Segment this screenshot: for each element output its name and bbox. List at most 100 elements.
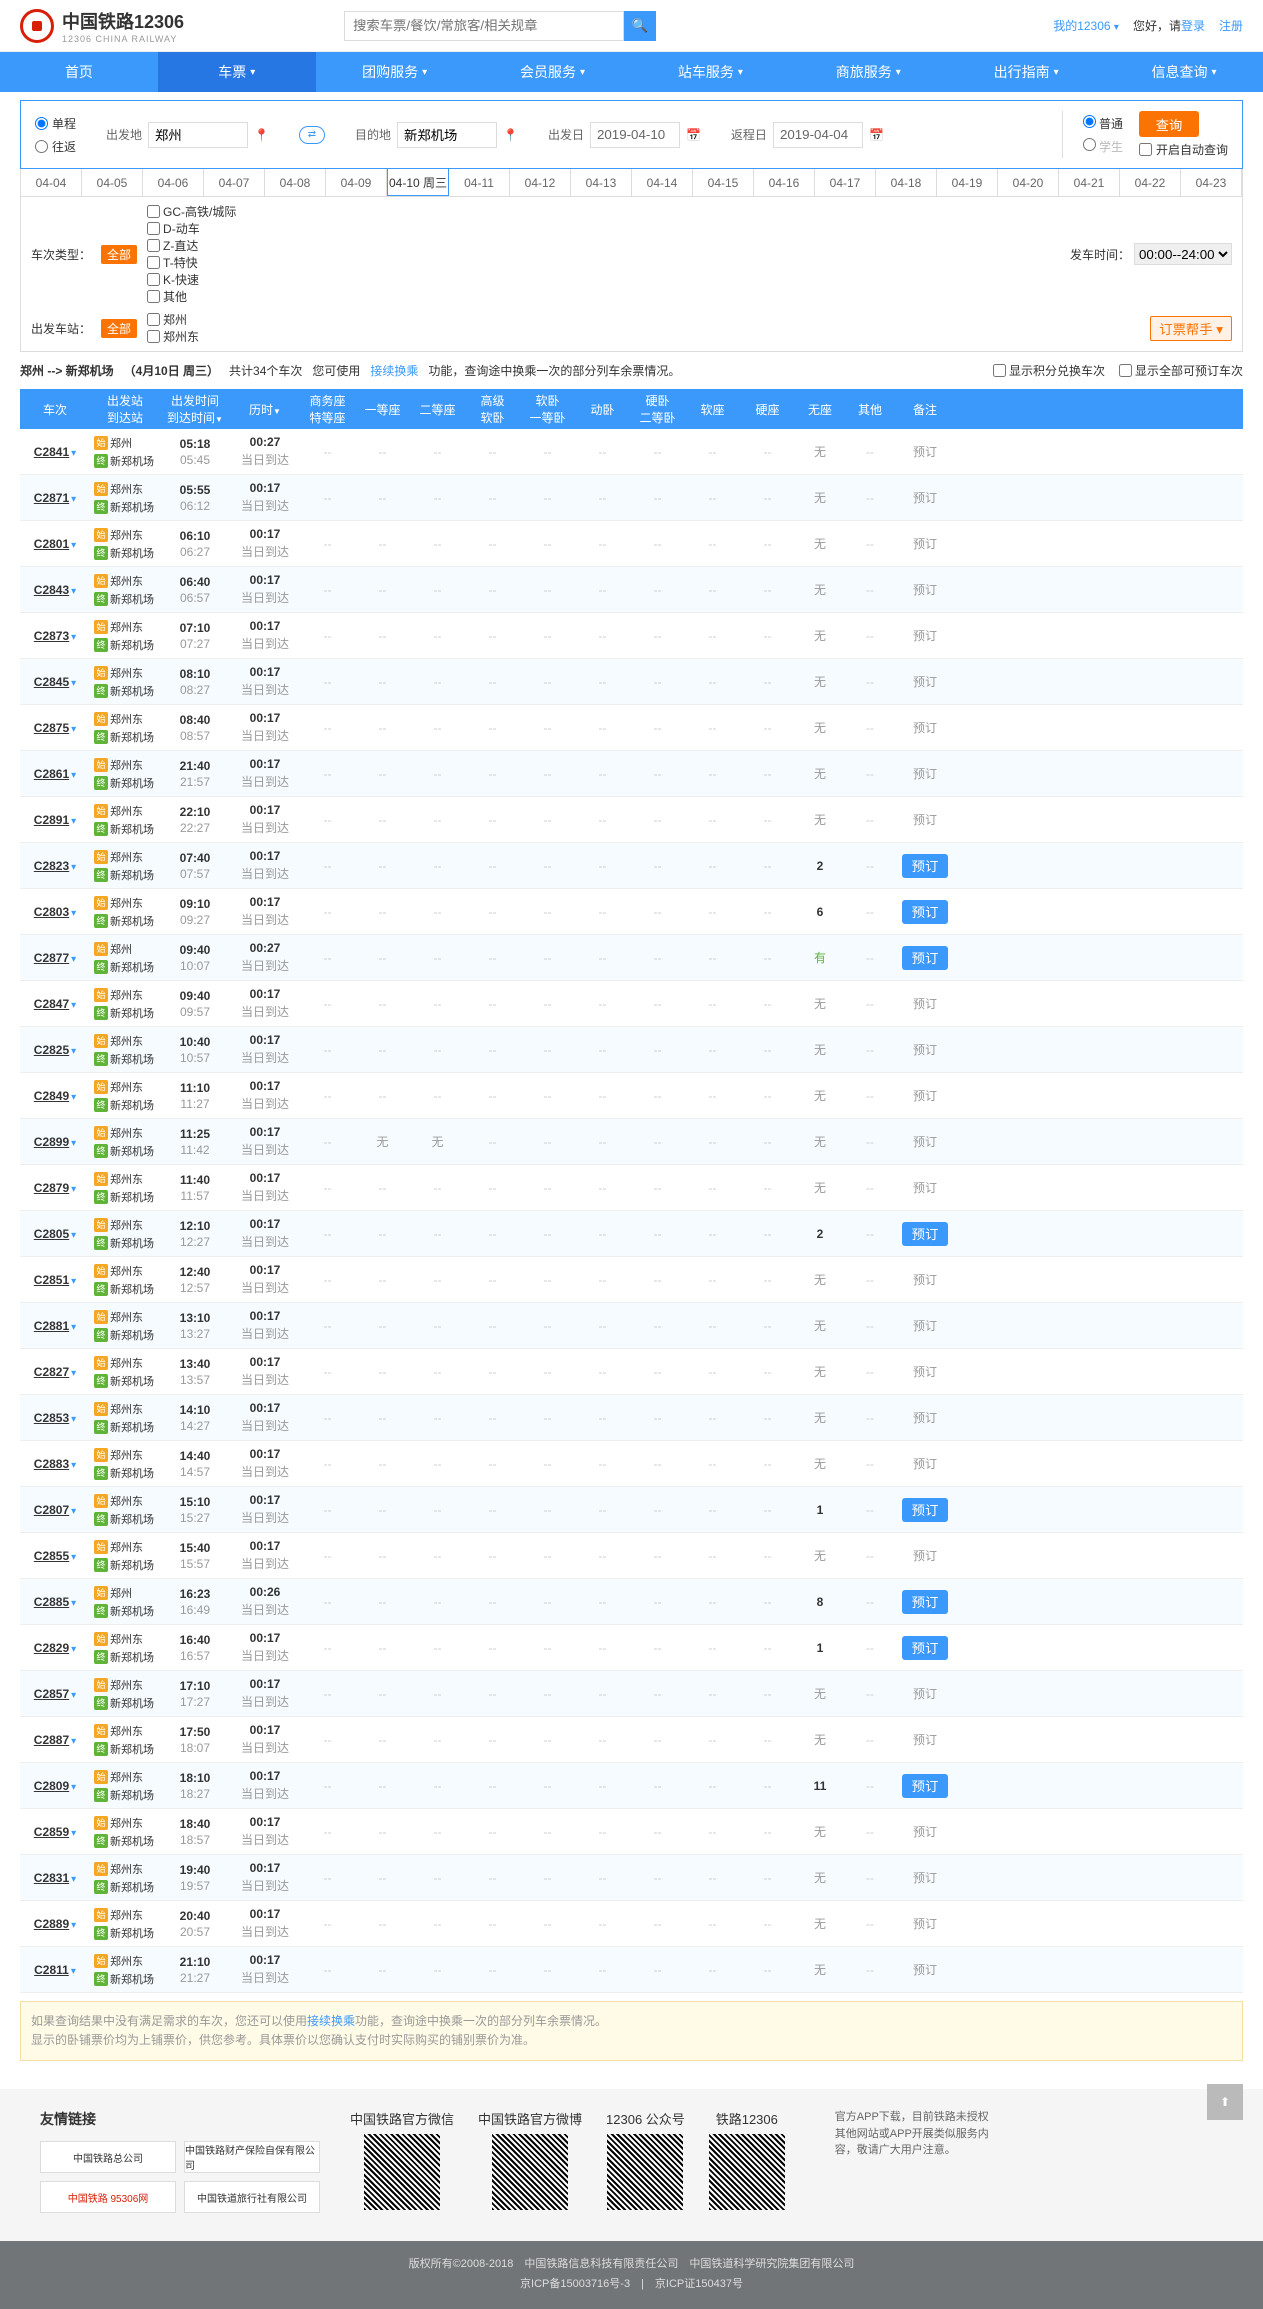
expand-icon[interactable]: ▾ bbox=[71, 724, 76, 735]
query-button[interactable]: 查询 bbox=[1139, 111, 1199, 137]
expand-icon[interactable]: ▾ bbox=[71, 1552, 76, 1563]
train-number[interactable]: C2809 bbox=[34, 1779, 69, 1793]
date-tab[interactable]: 04-22 bbox=[1120, 169, 1181, 196]
nav-item[interactable]: 站车服务 ▾ bbox=[632, 52, 790, 92]
expand-icon[interactable]: ▾ bbox=[71, 1046, 76, 1057]
nav-item[interactable]: 商旅服务 ▾ bbox=[789, 52, 947, 92]
date-tab[interactable]: 04-10 周三 bbox=[387, 169, 449, 196]
expand-icon[interactable]: ▾ bbox=[71, 1828, 76, 1839]
train-number[interactable]: C2805 bbox=[34, 1227, 69, 1241]
expand-icon[interactable]: ▾ bbox=[71, 632, 76, 643]
expand-icon[interactable]: ▾ bbox=[71, 1598, 76, 1609]
book-button[interactable]: 预订 bbox=[902, 854, 948, 878]
date-tab[interactable]: 04-08 bbox=[265, 169, 326, 196]
train-type-checkbox[interactable]: 其他 bbox=[147, 288, 236, 305]
train-number[interactable]: C2825 bbox=[34, 1043, 69, 1057]
train-number[interactable]: C2861 bbox=[34, 767, 69, 781]
expand-icon[interactable]: ▾ bbox=[71, 494, 76, 505]
train-number[interactable]: C2843 bbox=[34, 583, 69, 597]
transfer-link[interactable]: 接续换乘 bbox=[370, 362, 418, 379]
oneway-radio[interactable]: 单程 bbox=[35, 115, 76, 132]
expand-icon[interactable]: ▾ bbox=[71, 586, 76, 597]
ret-date-input[interactable] bbox=[773, 122, 863, 148]
book-button[interactable]: 预订 bbox=[902, 1590, 948, 1614]
date-tab[interactable]: 04-04 bbox=[21, 169, 82, 196]
train-number[interactable]: C2803 bbox=[34, 905, 69, 919]
station-checkbox[interactable]: 郑州 bbox=[147, 311, 199, 328]
expand-icon[interactable]: ▾ bbox=[71, 1782, 76, 1793]
scroll-top-button[interactable]: ⬆ bbox=[1207, 2084, 1243, 2120]
col-duration[interactable]: 历时▼ bbox=[230, 401, 300, 418]
date-tab[interactable]: 04-09 bbox=[326, 169, 387, 196]
train-number[interactable]: C2873 bbox=[34, 629, 69, 643]
date-tab[interactable]: 04-15 bbox=[693, 169, 754, 196]
roundtrip-radio[interactable]: 往返 bbox=[35, 138, 76, 155]
train-number[interactable]: C2881 bbox=[34, 1319, 69, 1333]
expand-icon[interactable]: ▾ bbox=[71, 1184, 76, 1195]
expand-icon[interactable]: ▾ bbox=[71, 1690, 76, 1701]
expand-icon[interactable]: ▾ bbox=[71, 1874, 76, 1885]
book-button[interactable]: 预订 bbox=[902, 946, 948, 970]
train-number[interactable]: C2871 bbox=[34, 491, 69, 505]
train-number[interactable]: C2849 bbox=[34, 1089, 69, 1103]
nav-item[interactable]: 首页 bbox=[0, 52, 158, 92]
auto-query-checkbox[interactable]: 开启自动查询 bbox=[1139, 141, 1228, 158]
date-tab[interactable]: 04-16 bbox=[754, 169, 815, 196]
date-tab[interactable]: 04-11 bbox=[449, 169, 510, 196]
train-number[interactable]: C2885 bbox=[34, 1595, 69, 1609]
train-number[interactable]: C2801 bbox=[34, 537, 69, 551]
train-number[interactable]: C2877 bbox=[34, 951, 69, 965]
train-number[interactable]: C2887 bbox=[34, 1733, 69, 1747]
expand-icon[interactable]: ▾ bbox=[71, 908, 76, 919]
nav-item[interactable]: 会员服务 ▾ bbox=[474, 52, 632, 92]
swap-button[interactable]: ⇄ bbox=[299, 126, 325, 144]
train-number[interactable]: C2883 bbox=[34, 1457, 69, 1471]
expand-icon[interactable]: ▾ bbox=[71, 1460, 76, 1471]
login-link[interactable]: 登录 bbox=[1181, 19, 1205, 33]
expand-icon[interactable]: ▾ bbox=[71, 540, 76, 551]
station-checkbox[interactable]: 郑州东 bbox=[147, 328, 199, 345]
train-number[interactable]: C2845 bbox=[34, 675, 69, 689]
date-tab[interactable]: 04-14 bbox=[632, 169, 693, 196]
expand-icon[interactable]: ▾ bbox=[71, 954, 76, 965]
expand-icon[interactable]: ▾ bbox=[71, 1322, 76, 1333]
all-stations-tag[interactable]: 全部 bbox=[101, 319, 137, 338]
expand-icon[interactable]: ▾ bbox=[71, 1092, 76, 1103]
expand-icon[interactable]: ▾ bbox=[71, 678, 76, 689]
book-button[interactable]: 预订 bbox=[902, 1222, 948, 1246]
partner-link[interactable]: 中国铁路总公司 bbox=[40, 2141, 176, 2173]
date-tab[interactable]: 04-20 bbox=[998, 169, 1059, 196]
train-number[interactable]: C2827 bbox=[34, 1365, 69, 1379]
train-number[interactable]: C2811 bbox=[34, 1963, 69, 1977]
train-number[interactable]: C2879 bbox=[34, 1181, 69, 1195]
date-tab[interactable]: 04-19 bbox=[937, 169, 998, 196]
points-checkbox[interactable]: 显示积分兑换车次 bbox=[993, 362, 1105, 379]
train-type-checkbox[interactable]: T-特快 bbox=[147, 254, 236, 271]
expand-icon[interactable]: ▾ bbox=[71, 816, 76, 827]
expand-icon[interactable]: ▾ bbox=[71, 1368, 76, 1379]
my-12306-link[interactable]: 我的12306 ▾ bbox=[1053, 17, 1119, 34]
train-number[interactable]: C2891 bbox=[34, 813, 69, 827]
date-tab[interactable]: 04-13 bbox=[571, 169, 632, 196]
expand-icon[interactable]: ▾ bbox=[71, 1138, 76, 1149]
expand-icon[interactable]: ▾ bbox=[71, 862, 76, 873]
nav-item[interactable]: 信息查询 ▾ bbox=[1105, 52, 1263, 92]
train-number[interactable]: C2899 bbox=[34, 1135, 69, 1149]
train-number[interactable]: C2853 bbox=[34, 1411, 69, 1425]
register-link[interactable]: 注册 bbox=[1219, 17, 1243, 34]
expand-icon[interactable]: ▾ bbox=[71, 1414, 76, 1425]
date-tab[interactable]: 04-18 bbox=[876, 169, 937, 196]
train-number[interactable]: C2857 bbox=[34, 1687, 69, 1701]
expand-icon[interactable]: ▾ bbox=[71, 448, 76, 459]
train-type-checkbox[interactable]: GC-高铁/城际 bbox=[147, 203, 236, 220]
logo[interactable]: 中国铁路12306 12306 CHINA RAILWAY bbox=[20, 8, 184, 44]
date-tab[interactable]: 04-07 bbox=[204, 169, 265, 196]
from-input[interactable] bbox=[148, 122, 248, 148]
train-type-checkbox[interactable]: Z-直达 bbox=[147, 237, 236, 254]
date-tab[interactable]: 04-21 bbox=[1059, 169, 1120, 196]
dep-date-input[interactable] bbox=[590, 122, 680, 148]
train-number[interactable]: C2875 bbox=[34, 721, 69, 735]
partner-link[interactable]: 中国铁路 95306网 bbox=[40, 2181, 176, 2213]
date-tab[interactable]: 04-06 bbox=[143, 169, 204, 196]
expand-icon[interactable]: ▾ bbox=[71, 770, 76, 781]
